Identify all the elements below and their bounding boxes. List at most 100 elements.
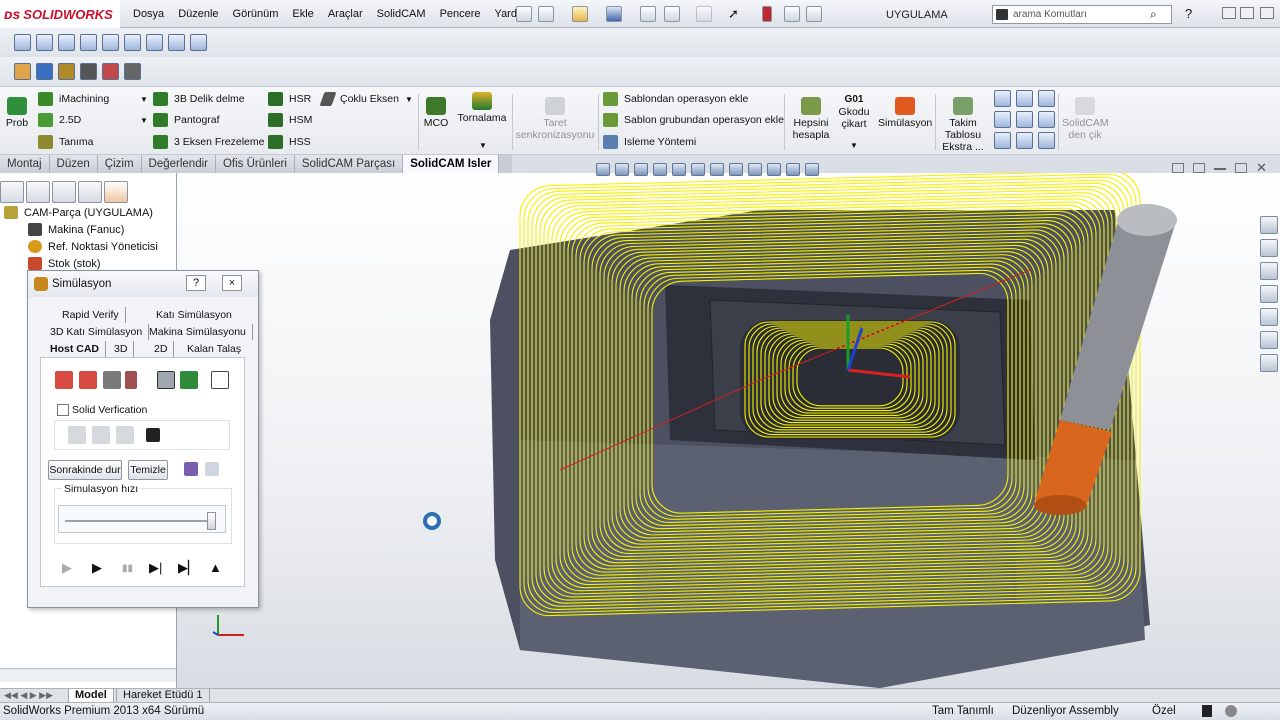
ribbon-tab-3[interactable]: Değerlendir bbox=[141, 155, 216, 173]
task-pane-icon[interactable] bbox=[1260, 354, 1278, 372]
tree-item-cam-part[interactable]: CAM-Parça (UYGULAMA) bbox=[4, 206, 153, 219]
3b-delik-button[interactable]: 3B Delik delme bbox=[153, 92, 245, 106]
step-forward-icon[interactable]: ▶| bbox=[149, 560, 162, 576]
tanima-button[interactable]: Tanıma bbox=[38, 135, 93, 149]
doc-minimize-icon[interactable] bbox=[1214, 168, 1226, 170]
view-option-icon[interactable] bbox=[1038, 111, 1055, 128]
help-button[interactable]: ? bbox=[186, 275, 206, 291]
play-icon[interactable]: ▶ bbox=[92, 560, 102, 576]
search-icon[interactable]: ⌕ bbox=[1150, 7, 1157, 22]
verify-stock-icon[interactable] bbox=[92, 426, 110, 444]
task-pane-icon[interactable] bbox=[1260, 331, 1278, 349]
heads-up-tool-icon[interactable] bbox=[672, 162, 686, 176]
open-folder-icon[interactable] bbox=[572, 6, 588, 22]
verify-cube-icon[interactable] bbox=[68, 426, 86, 444]
hepsini-hesapla-button[interactable]: Hepsini hesapla bbox=[788, 97, 834, 141]
tab-host-cad[interactable]: Host CAD bbox=[44, 341, 106, 357]
clear-button[interactable]: Temizle bbox=[128, 460, 168, 480]
ribbon-tab-6[interactable]: SolidCAM Isler bbox=[403, 155, 500, 173]
view-option-icon[interactable] bbox=[994, 111, 1011, 128]
cam-tool-icon[interactable] bbox=[36, 63, 53, 80]
heads-up-tool-icon[interactable] bbox=[786, 162, 800, 176]
help-status-icon[interactable] bbox=[1225, 705, 1237, 717]
task-pane-icon[interactable] bbox=[1260, 239, 1278, 257]
view-tool-icon[interactable] bbox=[36, 34, 53, 51]
solidcam-tab-icon[interactable] bbox=[104, 181, 128, 203]
menu-1[interactable]: Düzenle bbox=[171, 8, 225, 20]
menu-6[interactable]: Pencere bbox=[433, 8, 488, 20]
pin-icon[interactable] bbox=[516, 6, 532, 22]
view-tool-icon[interactable] bbox=[102, 34, 119, 51]
options-icon[interactable] bbox=[806, 6, 822, 22]
tab-motion-study[interactable]: Hareket Etüdü 1 bbox=[116, 689, 210, 703]
minimize-icon[interactable] bbox=[1222, 7, 1236, 19]
rebuild-status-icon[interactable] bbox=[1202, 705, 1212, 717]
restore-icon[interactable] bbox=[1240, 7, 1254, 19]
tornalama-button[interactable]: Tornalama bbox=[456, 92, 508, 124]
heads-up-tool-icon[interactable] bbox=[653, 162, 667, 176]
coklu-eksen-button[interactable]: Çoklu Eksen ▼ bbox=[319, 92, 413, 106]
view-tool-icon[interactable] bbox=[146, 34, 163, 51]
tab-scroll-arrows-icon[interactable]: ◀◀ ◀ ▶ ▶▶ bbox=[4, 690, 53, 701]
ribbon-tab-0[interactable]: Montaj bbox=[0, 155, 50, 173]
view-option-icon[interactable] bbox=[1016, 90, 1033, 107]
file-properties-icon[interactable] bbox=[784, 6, 800, 22]
3d-tool-icon[interactable] bbox=[157, 371, 175, 389]
mco-button[interactable]: MCO bbox=[422, 97, 450, 129]
pause-icon[interactable]: ▮▮ bbox=[122, 563, 133, 574]
view-tool-icon[interactable] bbox=[80, 34, 97, 51]
task-pane-icon[interactable] bbox=[1260, 285, 1278, 303]
ribbon-tab-2[interactable]: Çizim bbox=[97, 155, 142, 173]
tab-kati-simulasyon[interactable]: Katı Simülasyon bbox=[150, 307, 238, 323]
tree-item-ref-point[interactable]: Ref. Noktasi Yöneticisi bbox=[28, 240, 158, 253]
horizontal-scrollbar[interactable] bbox=[0, 668, 176, 682]
task-pane-icon[interactable] bbox=[1260, 308, 1278, 326]
heads-up-tool-icon[interactable] bbox=[710, 162, 724, 176]
pantograf-button[interactable]: Pantograf bbox=[153, 113, 220, 127]
appearance-tab-icon[interactable] bbox=[78, 181, 102, 203]
cam-tool-icon[interactable] bbox=[14, 63, 31, 80]
print-preview-icon[interactable] bbox=[664, 6, 680, 22]
ribbon-tab-5[interactable]: SolidCAM Parçası bbox=[294, 155, 404, 173]
view-option-icon[interactable] bbox=[994, 90, 1011, 107]
view-option-icon[interactable] bbox=[1016, 111, 1033, 128]
link-icon[interactable] bbox=[205, 462, 219, 476]
view-option-icon[interactable] bbox=[1038, 132, 1055, 149]
tile-icon[interactable] bbox=[1172, 163, 1184, 173]
cam-tool-icon[interactable] bbox=[124, 63, 141, 80]
heads-up-tool-icon[interactable] bbox=[596, 162, 610, 176]
takim-tablosu-button[interactable]: Takim Tablosu Ekstra ... bbox=[938, 97, 988, 153]
prob-button[interactable]: Prob bbox=[4, 97, 30, 129]
3eksen-button[interactable]: 3 Eksen Frezeleme bbox=[153, 135, 264, 149]
tile-icon[interactable] bbox=[1193, 163, 1205, 173]
tool-icon[interactable] bbox=[125, 371, 137, 389]
tree-item-machine[interactable]: Makina (Fanuc) bbox=[28, 223, 124, 236]
gouge-check-icon[interactable] bbox=[146, 428, 160, 442]
3d-view-icon[interactable] bbox=[103, 371, 121, 389]
doc-close-icon[interactable]: ✕ bbox=[1256, 160, 1267, 176]
isleme-yontemi-button[interactable]: Isleme Yöntemi bbox=[603, 135, 696, 149]
task-pane-icon[interactable] bbox=[1260, 216, 1278, 234]
settings-icon[interactable] bbox=[184, 462, 198, 476]
save-icon[interactable] bbox=[606, 6, 622, 22]
view-option-icon[interactable] bbox=[1016, 132, 1033, 149]
step-back-icon[interactable]: ▶ bbox=[62, 560, 72, 576]
sablon-grup-button[interactable]: Sablon grubundan operasyon ekle bbox=[603, 113, 784, 127]
heads-up-tool-icon[interactable] bbox=[691, 162, 705, 176]
sablon-operasyon-button[interactable]: Sablondan operasyon ekle bbox=[603, 92, 748, 106]
fast-forward-icon[interactable]: ▶▏ bbox=[178, 560, 198, 576]
menu-4[interactable]: Araçlar bbox=[321, 8, 370, 20]
solidworks-logo[interactable]: ᴅs SOLIDWORKS bbox=[0, 0, 120, 28]
view-tool-icon[interactable] bbox=[58, 34, 75, 51]
help-icon[interactable]: ? bbox=[1185, 6, 1192, 21]
configuration-tab-icon[interactable] bbox=[52, 181, 76, 203]
task-pane-icon[interactable] bbox=[1260, 262, 1278, 280]
tab-model[interactable]: Model bbox=[68, 689, 114, 703]
search-box[interactable]: arama Komutları bbox=[992, 5, 1172, 24]
heads-up-tool-icon[interactable] bbox=[748, 162, 762, 176]
dropdown-icon[interactable]: ▼ bbox=[405, 95, 413, 104]
heads-up-tool-icon[interactable] bbox=[615, 162, 629, 176]
cam-tool-icon[interactable] bbox=[80, 63, 97, 80]
cam-tool-icon[interactable] bbox=[58, 63, 75, 80]
undo-icon[interactable] bbox=[696, 6, 712, 22]
